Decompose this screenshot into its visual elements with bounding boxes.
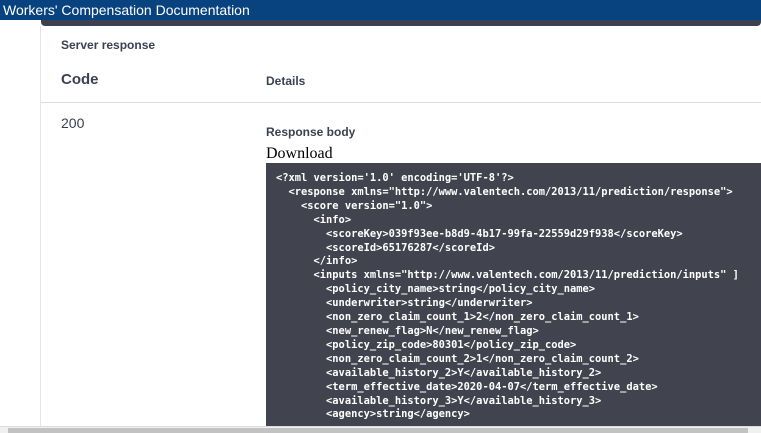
status-code: 200 [61,115,85,131]
section-top-edge [41,20,761,26]
code-column-header: Code [61,71,99,88]
left-divider [40,26,41,426]
details-column-header: Details [266,74,306,88]
scrollbar-thumb[interactable] [8,428,748,433]
download-link[interactable]: Download [266,145,333,163]
horizontal-scrollbar[interactable] [0,426,761,433]
response-body-code[interactable]: <?xml version='1.0' encoding='UTF-8'?> <… [266,163,761,426]
response-body-label: Response body [266,125,356,139]
response-body-text: <?xml version='1.0' encoding='UTF-8'?> <… [276,172,739,421]
header-divider [41,102,761,103]
window-title: Workers' Compensation Documentation [0,0,761,20]
server-response-label: Server response [61,38,156,52]
